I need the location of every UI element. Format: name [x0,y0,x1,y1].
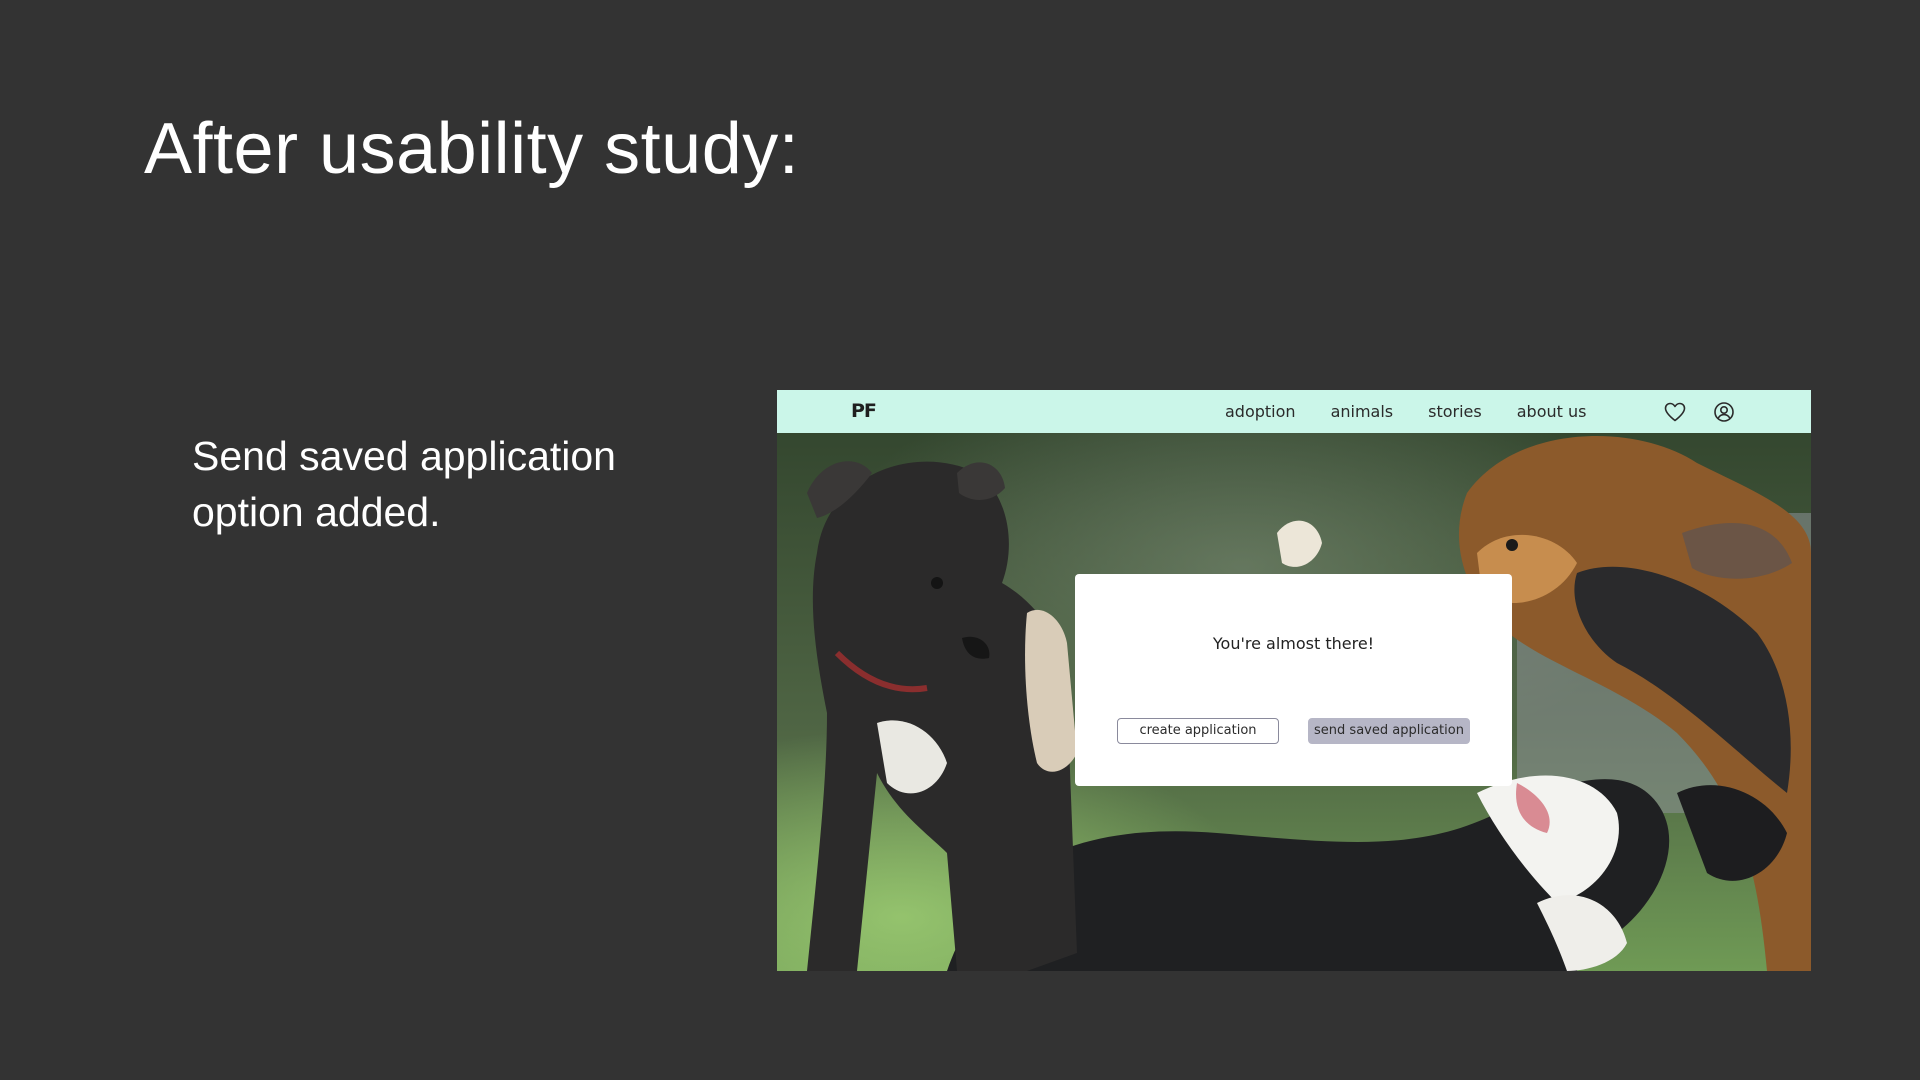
nav-link-animals[interactable]: animals [1331,402,1394,421]
application-modal: You're almost there! create application … [1075,574,1512,786]
nav-links: adoption animals stories about us [1225,390,1621,433]
nav-link-about-us[interactable]: about us [1517,402,1587,421]
slide: After usability study: Send saved applic… [0,0,1920,1080]
heart-icon[interactable] [1663,400,1687,424]
create-application-button[interactable]: create application [1117,718,1279,744]
navbar: PF adoption animals stories about us [777,390,1811,433]
slide-title: After usability study: [144,109,800,189]
nav-link-adoption[interactable]: adoption [1225,402,1296,421]
modal-message: You're almost there! [1212,634,1375,653]
nav-link-stories[interactable]: stories [1428,402,1482,421]
user-account-icon[interactable] [1712,400,1736,424]
logo[interactable]: PF [851,400,877,422]
slide-note: Send saved application option added. [192,433,616,535]
send-saved-application-button[interactable]: send saved application [1308,718,1470,744]
website-mockup: PF adoption animals stories about us You… [777,390,1811,971]
